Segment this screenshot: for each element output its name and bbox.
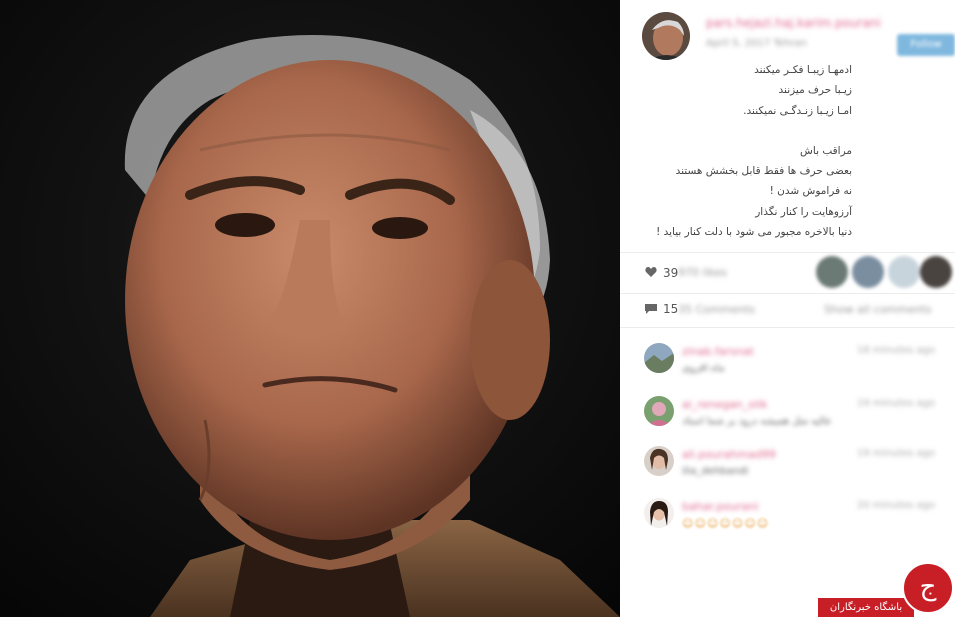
likers-avatars [816,256,954,292]
comment-item: zinab.farsnat 18 minutes ago ماه اقروی [620,343,955,393]
caption-line: دنیا بالاخره مجبور می شود با دلت کنار بی… [656,226,852,239]
commenter-avatar-image [644,498,674,528]
author-avatar-image [642,12,690,60]
comment-time: 19 minutes ago [856,398,935,409]
brand-watermark: باشگاه خبرنگاران ج [818,562,955,617]
commenter-username[interactable]: ai_renegan_olik [682,398,802,412]
comments-count: 15 [663,302,679,316]
show-all-comments-link[interactable]: Show all comments [824,303,949,317]
caption-line: ادمهـا زیبـا فکـر میکنند [754,64,852,76]
comment-text: ilia_dehbandi [682,466,749,477]
post-caption: ادمهـا زیبـا فکـر میکنند زیـبا حرف میزنن… [617,60,852,242]
commenter-avatar[interactable] [644,446,674,476]
author-avatar[interactable] [642,12,690,60]
commenter-username[interactable]: ali.pourahmad99 [682,448,802,462]
commenter-avatar[interactable] [644,396,674,426]
post-date: April 5, 2017 Tehran [706,38,807,49]
brand-logo: ج [902,562,954,614]
comment-time: 19 minutes ago [856,448,935,459]
likes-label[interactable]: 970 likes [678,266,738,280]
comment-emoji-text: ☺☺☺☺☺☺☺ [682,517,770,530]
instagram-post-panel: pars.hejazi.haj.karim.pourani April 5, 2… [620,0,955,617]
commenter-username[interactable]: zinab.farsnat [682,345,802,359]
comment-item: bahar.pourani 20 minutes ago ☺☺☺☺☺☺☺ [620,498,955,548]
commenter-avatar-image [644,446,674,476]
commenter-username[interactable]: bahar.pourani [682,500,802,514]
caption-line: بعضی حرف ها فقط قابل بخشش هستند [675,165,852,178]
liker-avatar[interactable] [816,256,848,288]
liker-avatar[interactable] [920,256,952,288]
comment-item: ai_renegan_olik 19 minutes ago عالیه مثل… [620,396,955,446]
author-username[interactable]: pars.hejazi.haj.karim.pourani [706,16,881,30]
comment-item: ali.pourahmad99 19 minutes ago ilia_dehb… [620,446,955,496]
comment-time: 20 minutes ago [856,500,935,511]
caption-line: آرزوهایت را کنار نگذار [755,205,852,218]
comment-time: 18 minutes ago [856,345,935,356]
commenter-avatar-image [644,396,674,426]
divider [620,252,955,253]
caption-line: نه فراموش شدن ! [769,185,852,198]
heart-icon[interactable] [645,266,657,278]
brand-logo-glyph: ج [919,572,937,602]
post-header: pars.hejazi.haj.karim.pourani April 5, 2… [620,0,955,62]
commenter-avatar[interactable] [644,498,674,528]
comment-text: عالیه مثل همیشه درود بر شما استاد [682,416,832,427]
divider [620,327,955,328]
commenter-avatar[interactable] [644,343,674,373]
divider [620,293,955,294]
liker-avatar[interactable] [888,256,920,288]
follow-button[interactable]: Follow [897,34,955,56]
portrait-image [0,0,620,617]
comment-text: ماه اقروی [682,363,725,374]
likes-count: 39 [663,266,679,280]
caption-line: زیـبا حرف میزنند [778,84,852,97]
caption-line: امـا زیـبا زنـدگـی نمیکنند. [743,104,852,117]
commenter-avatar-image [644,343,674,373]
post-photo[interactable] [0,0,620,617]
liker-avatar[interactable] [852,256,884,288]
comments-label[interactable]: 35 Comments [678,303,768,317]
caption-line: مراقب باش [800,144,852,157]
brand-name: باشگاه خبرنگاران [818,598,914,617]
speech-bubble-icon[interactable] [644,303,658,315]
